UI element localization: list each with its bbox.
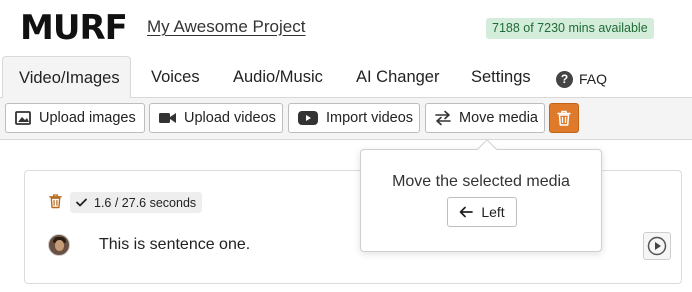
faq-label: FAQ [579, 71, 608, 87]
import-videos-button[interactable]: Import videos [288, 103, 420, 133]
tab-label: Settings [471, 68, 531, 86]
question-circle-icon: ? [556, 70, 573, 88]
trash-icon [49, 194, 62, 209]
murf-logo[interactable]: MURF [20, 10, 128, 46]
move-left-label: Left [481, 204, 505, 220]
play-circle-icon [647, 236, 667, 256]
duration-text: 1.6 / 27.6 seconds [94, 195, 197, 210]
main-tabs: Video/Images Voices Audio/Music AI Chang… [0, 56, 692, 99]
avatar-face [55, 240, 64, 251]
voice-avatar[interactable] [48, 234, 70, 256]
youtube-icon [298, 111, 318, 125]
tab-settings[interactable]: Settings [471, 56, 531, 98]
media-toolbar: Upload images Upload videos Import video… [0, 98, 692, 140]
upload-images-button[interactable]: Upload images [5, 103, 145, 133]
popover-title: Move the selected media [392, 173, 570, 190]
move-media-popover: Move the selected media Left [360, 139, 602, 252]
upload-videos-button[interactable]: Upload videos [149, 103, 283, 133]
mins-available-badge: 7188 of 7230 mins available [486, 18, 654, 39]
popover-arrow [477, 139, 497, 159]
move-media-label: Move media [459, 110, 538, 126]
image-icon [15, 111, 31, 125]
faq-link[interactable]: ? FAQ [556, 70, 607, 88]
tab-label: Video/Images [19, 69, 120, 87]
play-button[interactable] [643, 232, 671, 260]
upload-images-label: Upload images [39, 110, 136, 126]
tab-label: AI Changer [356, 68, 440, 86]
sentence-text[interactable]: This is sentence one. [99, 235, 250, 255]
tab-ai-changer[interactable]: AI Changer [356, 56, 439, 98]
import-videos-label: Import videos [326, 110, 414, 126]
tab-label: Voices [151, 68, 200, 86]
delete-block-button[interactable] [49, 193, 62, 214]
arrow-left-icon [459, 206, 474, 218]
upload-videos-label: Upload videos [184, 110, 276, 126]
project-title[interactable]: My Awesome Project [147, 17, 305, 37]
tab-audio-music[interactable]: Audio/Music [233, 56, 323, 98]
app-header: MURF My Awesome Project 7188 of 7230 min… [0, 0, 692, 56]
duration-badge: 1.6 / 27.6 seconds [70, 192, 203, 213]
delete-media-button[interactable] [549, 103, 579, 133]
video-camera-icon [159, 113, 176, 123]
move-media-button[interactable]: Move media [425, 103, 545, 133]
swap-arrows-icon [435, 110, 451, 126]
check-icon [76, 198, 87, 207]
move-left-button[interactable]: Left [447, 197, 517, 227]
trash-icon [557, 110, 571, 126]
tab-voices[interactable]: Voices [151, 56, 200, 98]
tab-video-images[interactable]: Video/Images [2, 56, 131, 99]
tab-label: Audio/Music [233, 68, 323, 86]
